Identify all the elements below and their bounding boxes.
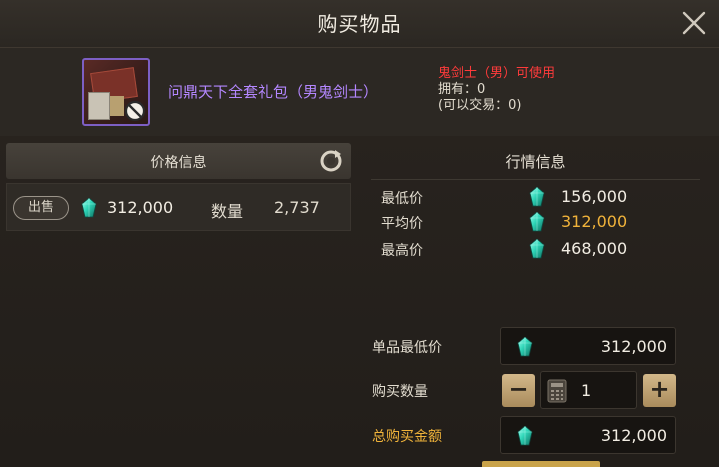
avg-price-value: 312,000 xyxy=(561,212,628,231)
calculator-icon[interactable] xyxy=(547,379,567,403)
market-row-avg: 平均价 312,000 xyxy=(381,211,701,233)
item-name: 问鼎天下全套礼包（男鬼剑士） xyxy=(168,83,379,101)
total-row: 总购买金额 312,000 xyxy=(372,416,682,456)
close-button[interactable] xyxy=(681,10,707,36)
decrease-quantity-button[interactable]: − xyxy=(502,374,535,407)
confirm-button-edge[interactable] xyxy=(482,461,600,467)
unit-price-row: 单品最低价 312,000 xyxy=(372,327,682,367)
total-value: 312,000 xyxy=(600,426,667,445)
quantity-input[interactable]: 1 xyxy=(540,371,637,409)
listing-row[interactable]: 出售 312,000 数量 2,737 xyxy=(6,183,351,231)
listing-qty-value: 2,737 xyxy=(274,198,320,217)
purchase-dialog: 购买物品 问鼎天下全套礼包（男鬼剑士） 鬼剑士（男）可使用 拥有：0 (可以交易… xyxy=(0,0,719,467)
sell-badge: 出售 xyxy=(13,196,69,220)
price-info-title: 价格信息 xyxy=(150,155,207,171)
gem-icon xyxy=(529,239,545,259)
min-price-label: 最低价 xyxy=(381,191,423,207)
unit-price-label: 单品最低价 xyxy=(372,340,442,356)
quantity-value: 1 xyxy=(581,381,592,400)
item-icon[interactable] xyxy=(82,58,150,126)
total-field: 312,000 xyxy=(500,416,676,454)
class-requirement: 鬼剑士（男）可使用 xyxy=(438,66,556,81)
market-row-min: 最低价 156,000 xyxy=(381,186,701,208)
gem-icon xyxy=(529,212,545,232)
titlebar: 购买物品 xyxy=(0,0,719,48)
tradable-count: (可以交易：0) xyxy=(438,98,522,113)
quantity-label: 购买数量 xyxy=(372,384,428,400)
max-price-value: 468,000 xyxy=(561,239,628,258)
item-art xyxy=(88,92,110,120)
max-price-label: 最高价 xyxy=(381,243,423,259)
gem-icon xyxy=(517,426,533,446)
market-info-title: 行情信息 xyxy=(505,153,566,171)
gem-icon xyxy=(529,187,545,207)
min-price-value: 156,000 xyxy=(561,187,628,206)
item-info-bar: 问鼎天下全套礼包（男鬼剑士） 鬼剑士（男）可使用 拥有：0 (可以交易：0) xyxy=(0,48,719,136)
market-row-max: 最高价 468,000 xyxy=(381,238,701,260)
quantity-row: 购买数量 − 1 + xyxy=(372,371,682,411)
avg-price-label: 平均价 xyxy=(381,216,423,232)
item-requirements: 鬼剑士（男）可使用 拥有：0 (可以交易：0) xyxy=(438,66,555,114)
unit-price-field: 312,000 xyxy=(500,327,676,365)
no-trade-icon xyxy=(124,100,146,122)
close-icon xyxy=(682,11,706,35)
total-label: 总购买金额 xyxy=(372,429,442,445)
dialog-title: 购买物品 xyxy=(317,12,402,36)
item-art xyxy=(110,96,124,116)
gem-icon xyxy=(517,337,533,357)
price-info-header: 价格信息 xyxy=(6,143,351,179)
owned-count: 拥有：0 xyxy=(438,82,486,97)
listing-qty-label: 数量 xyxy=(211,202,244,221)
unit-price-value: 312,000 xyxy=(600,337,667,356)
divider xyxy=(371,179,700,180)
refresh-icon[interactable] xyxy=(319,149,343,173)
gem-icon xyxy=(81,198,97,218)
increase-quantity-button[interactable]: + xyxy=(643,374,676,407)
listing-price: 312,000 xyxy=(107,198,174,217)
market-info-panel: 行情信息 最低价 156,000 平均价 312,000 最高价 468,000 xyxy=(363,143,708,273)
